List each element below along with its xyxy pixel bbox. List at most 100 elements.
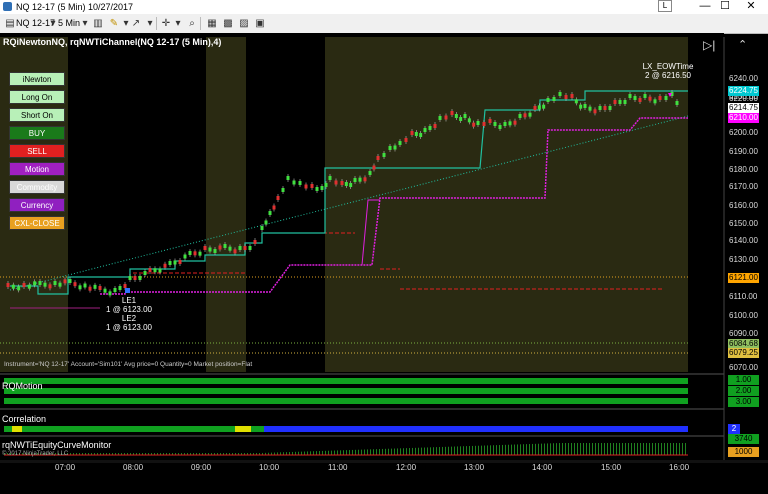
- candle-body: [454, 114, 458, 118]
- candle-body: [482, 122, 486, 126]
- buy-button[interactable]: BUY: [9, 126, 65, 140]
- data-box-icon[interactable]: ▦: [206, 18, 218, 29]
- crosshair-icon[interactable]: ✛: [160, 18, 172, 29]
- candle-body: [243, 246, 247, 250]
- candle-body: [349, 183, 353, 187]
- equity-bar: [628, 443, 629, 455]
- equity-bar: [322, 450, 323, 455]
- cxl-close-button[interactable]: CXL-CLOSE: [9, 216, 65, 230]
- equity-bar: [601, 443, 602, 455]
- candle-body: [503, 122, 507, 126]
- chevron-up-icon[interactable]: ⌃: [738, 38, 747, 51]
- pencil-icon[interactable]: ✎: [108, 18, 120, 29]
- strategies-icon[interactable]: ▩: [222, 18, 234, 29]
- candle-body: [372, 165, 376, 170]
- equity-bar: [403, 448, 404, 455]
- candle-body: [153, 268, 157, 273]
- equity-bar: [385, 448, 386, 455]
- inewton-button[interactable]: iNewton: [9, 72, 65, 86]
- equity-bar: [616, 443, 617, 455]
- equity-bar: [544, 443, 545, 455]
- equity-bar: [583, 443, 584, 455]
- equity-bar: [499, 445, 500, 455]
- zoom-icon[interactable]: ⌕: [186, 18, 198, 29]
- exit-annotation: LX_EOWTime 2 @ 6216.50: [635, 62, 701, 80]
- equity-bar: [484, 445, 485, 455]
- equity-bar: [409, 448, 410, 455]
- equity-bar: [682, 443, 683, 455]
- candle-body: [546, 98, 550, 102]
- candle-body: [173, 260, 177, 265]
- templates-icon[interactable]: ▣: [254, 18, 266, 29]
- equity-bar: [373, 449, 374, 455]
- equity-bar: [307, 451, 308, 455]
- candle-body: [633, 96, 637, 100]
- candle-body: [93, 284, 97, 289]
- equity-bar: [655, 443, 656, 455]
- equity-bar: [361, 449, 362, 455]
- equity-bar: [454, 446, 455, 455]
- motion-button[interactable]: Motion: [9, 162, 65, 176]
- equity-bar: [448, 446, 449, 455]
- chart-header: RQiNewtonNQ, rqNWTiChannel(NQ 12-17 (5 M…: [3, 37, 222, 47]
- price-axis-label: 6100.00: [729, 311, 758, 320]
- candle-body: [198, 251, 202, 256]
- bar-type-icon[interactable]: ▥: [92, 18, 104, 29]
- chevron-down-icon[interactable]: ▾: [144, 18, 156, 29]
- commodity-button[interactable]: Commodity: [9, 180, 65, 194]
- currency-button[interactable]: Currency: [9, 198, 65, 212]
- close-button[interactable]: ✕: [734, 0, 768, 14]
- equity-bar: [619, 443, 620, 455]
- candle-body: [108, 291, 112, 296]
- equity-bar: [331, 450, 332, 455]
- equity-bar: [658, 443, 659, 455]
- candle-body: [98, 286, 102, 290]
- time-axis-label: 08:00: [123, 463, 144, 472]
- equity-bar: [391, 448, 392, 455]
- equity-bar: [526, 444, 527, 455]
- chevron-down-icon[interactable]: ▾: [172, 18, 184, 29]
- play-skip-icon[interactable]: ▷|: [703, 38, 715, 52]
- candle-body: [570, 94, 574, 98]
- price-axis-label: 6190.00: [729, 147, 758, 156]
- equity-bar: [457, 446, 458, 455]
- equity-bar: [352, 449, 353, 455]
- equity-bar: [562, 443, 563, 455]
- candle-body: [83, 283, 87, 288]
- equity-bar: [349, 450, 350, 455]
- equity-bar: [535, 443, 536, 455]
- equity-bar: [472, 445, 473, 455]
- link-button[interactable]: L: [658, 0, 672, 12]
- equity-bar: [541, 443, 542, 455]
- sell-button[interactable]: SELL: [9, 144, 65, 158]
- candle-body: [363, 177, 367, 182]
- equity-bar: [577, 443, 578, 455]
- candle-body: [11, 284, 15, 289]
- candle-body: [658, 96, 662, 100]
- candle-body: [68, 279, 72, 283]
- equity-bar: [406, 448, 407, 455]
- instrument-icon[interactable]: ▤: [4, 18, 16, 29]
- equity-bar: [568, 443, 569, 455]
- equity-bar: [346, 450, 347, 455]
- chevron-down-icon[interactable]: ▾: [79, 18, 91, 29]
- candle-body: [324, 183, 328, 187]
- long-on-button[interactable]: Long On: [9, 90, 65, 104]
- candle-body: [228, 246, 232, 251]
- equity-bar: [640, 443, 641, 455]
- short-on-button[interactable]: Short On: [9, 108, 65, 122]
- candle-body: [643, 94, 647, 98]
- equity-bar: [556, 443, 557, 455]
- le2-name: LE2: [121, 314, 137, 323]
- equity-bar: [511, 444, 512, 455]
- indicators-icon[interactable]: ▨: [238, 18, 250, 29]
- equity-bar: [415, 447, 416, 455]
- time-axis-label: 07:00: [55, 463, 76, 472]
- candle-body: [628, 94, 632, 98]
- candle-body: [128, 276, 132, 280]
- interval-selector[interactable]: 5 Min: [58, 18, 80, 29]
- cursor-icon[interactable]: ↗: [130, 18, 142, 29]
- candle-body: [558, 92, 562, 96]
- candle-body: [340, 181, 344, 185]
- equity-bar: [514, 444, 515, 455]
